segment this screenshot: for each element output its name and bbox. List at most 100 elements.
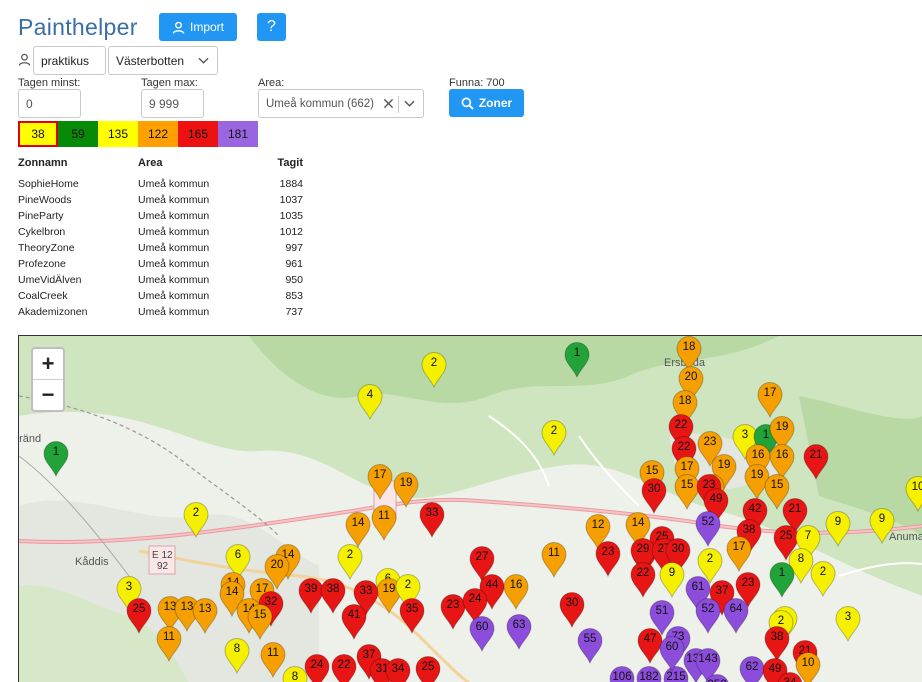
- zone-marker[interactable]: 35: [399, 598, 425, 634]
- marker-count: 22: [674, 419, 688, 431]
- region-select[interactable]: Västerbotten: [108, 46, 218, 75]
- max-label: Tagen max:: [141, 77, 198, 89]
- marker-count: 42: [748, 503, 762, 515]
- zone-marker[interactable]: 2: [810, 561, 836, 597]
- marker-count: 38: [770, 631, 784, 643]
- zone-marker[interactable]: 2: [183, 502, 209, 538]
- legend-item[interactable]: 59: [58, 121, 98, 147]
- marker-count: 12: [591, 519, 605, 531]
- zone-marker[interactable]: 10: [905, 476, 922, 512]
- marker-count: 38: [742, 524, 756, 536]
- zone-marker[interactable]: 38: [764, 626, 790, 662]
- marker-count: 17: [732, 541, 746, 553]
- zone-list[interactable]: SophieHome Umeå kommun 1884 PineWoods Umeå k…: [18, 176, 318, 324]
- import-button[interactable]: Import: [159, 13, 237, 41]
- zone-marker[interactable]: 22: [630, 562, 656, 598]
- marker-count: 24: [468, 593, 482, 605]
- table-row[interactable]: CoalCreek Umeå kommun 853: [18, 288, 318, 304]
- marker-count: 21: [788, 503, 802, 515]
- zone-marker[interactable]: 21: [803, 444, 829, 480]
- zone-marker[interactable]: 34: [777, 672, 803, 682]
- zone-marker[interactable]: 23: [595, 541, 621, 577]
- zone-marker[interactable]: 15: [247, 604, 273, 640]
- username-field[interactable]: praktikus: [33, 46, 106, 75]
- table-row[interactable]: Cykelbron Umeå kommun 1012: [18, 224, 318, 240]
- help-button[interactable]: ?: [257, 13, 286, 41]
- zone-marker[interactable]: 22: [331, 654, 357, 682]
- zone-marker[interactable]: 106: [609, 666, 635, 682]
- zone-marker[interactable]: 2: [337, 544, 363, 580]
- zone-marker[interactable]: 16: [503, 574, 529, 610]
- legend-item[interactable]: 122: [138, 121, 178, 147]
- zone-marker[interactable]: 55: [577, 628, 603, 664]
- zone-marker[interactable]: 4: [357, 384, 383, 420]
- search-zones-button[interactable]: Zoner: [449, 89, 524, 117]
- zone-marker[interactable]: 11: [541, 542, 567, 578]
- zone-marker[interactable]: 34: [385, 658, 411, 682]
- zone-marker[interactable]: 14: [345, 512, 371, 548]
- table-row[interactable]: [18, 320, 318, 324]
- zone-marker[interactable]: 1: [564, 342, 590, 378]
- zone-marker[interactable]: 52: [695, 511, 721, 547]
- marker-count: 11: [378, 510, 390, 522]
- table-row[interactable]: SophieHome Umeå kommun 1884: [18, 176, 318, 192]
- zone-marker[interactable]: 2: [421, 352, 447, 388]
- zone-marker[interactable]: 52: [695, 598, 721, 634]
- marker-count: 15: [253, 609, 267, 621]
- zone-marker[interactable]: 60: [659, 636, 685, 672]
- max-taken-input[interactable]: 9 999: [141, 89, 204, 118]
- marker-count: 11: [267, 647, 279, 659]
- min-taken-input[interactable]: 0: [18, 89, 81, 118]
- zone-marker[interactable]: 3: [835, 606, 861, 642]
- zone-marker[interactable]: 9: [659, 562, 685, 598]
- zone-marker[interactable]: 11: [371, 505, 397, 541]
- zoom-out-button[interactable]: −: [33, 380, 63, 410]
- zone-marker[interactable]: 41: [341, 604, 367, 640]
- clear-icon[interactable]: [383, 98, 394, 109]
- zone-marker[interactable]: 17: [367, 464, 393, 500]
- search-icon: [461, 97, 474, 110]
- zone-marker[interactable]: 30: [559, 592, 585, 628]
- zone-marker[interactable]: 30: [641, 478, 667, 514]
- zone-marker[interactable]: 1: [769, 562, 795, 598]
- zone-marker[interactable]: 25: [126, 598, 152, 634]
- zone-marker[interactable]: 11: [156, 626, 182, 662]
- marker-count: 16: [775, 449, 789, 461]
- zone-marker[interactable]: 33: [419, 502, 445, 538]
- map-view[interactable]: gränd Kåddis Ersboda Anumark E 12 92 + −…: [18, 335, 922, 682]
- legend-item[interactable]: 165: [178, 121, 218, 147]
- column-header-area: Area: [138, 157, 163, 169]
- table-row[interactable]: Akademizonen Umeå kommun 737: [18, 304, 318, 320]
- zone-marker[interactable]: 19: [393, 472, 419, 508]
- zone-marker[interactable]: 8: [224, 638, 250, 674]
- table-row[interactable]: PineParty Umeå kommun 1035: [18, 208, 318, 224]
- marker-count: 38: [326, 583, 340, 595]
- zone-marker[interactable]: 25: [415, 656, 441, 682]
- zoom-in-button[interactable]: +: [33, 349, 63, 380]
- zone-marker[interactable]: 2: [541, 420, 567, 456]
- table-row[interactable]: PineWoods Umeå kommun 1037: [18, 192, 318, 208]
- area-select[interactable]: Umeå kommun (662): [258, 89, 424, 118]
- zone-marker[interactable]: 64: [723, 598, 749, 634]
- zone-marker[interactable]: 60: [469, 616, 495, 652]
- marker-count: 49: [709, 493, 723, 505]
- legend-item[interactable]: 135: [98, 121, 138, 147]
- marker-count: 2: [550, 425, 558, 437]
- zone-marker[interactable]: 63: [506, 614, 532, 650]
- chevron-down-icon[interactable]: [404, 98, 415, 109]
- legend-item[interactable]: 38: [18, 121, 58, 147]
- zone-marker[interactable]: 13: [192, 598, 218, 634]
- row-taken: 1884: [279, 178, 303, 190]
- zone-marker[interactable]: 24: [304, 654, 330, 682]
- area-value: Umeå kommun (662): [266, 97, 375, 110]
- table-row[interactable]: TheoryZone Umeå kommun 997: [18, 240, 318, 256]
- legend-item[interactable]: 181: [218, 121, 258, 147]
- zone-marker[interactable]: 17: [726, 536, 752, 572]
- zone-marker[interactable]: 9: [869, 508, 895, 544]
- table-row[interactable]: UmeVidÄlven Umeå kommun 950: [18, 272, 318, 288]
- zone-marker[interactable]: 252: [704, 674, 730, 682]
- zone-marker[interactable]: 17: [757, 382, 783, 418]
- zone-marker[interactable]: 9: [825, 511, 851, 547]
- zone-marker[interactable]: 1: [43, 441, 69, 477]
- table-row[interactable]: Profezone Umeå kommun 961: [18, 256, 318, 272]
